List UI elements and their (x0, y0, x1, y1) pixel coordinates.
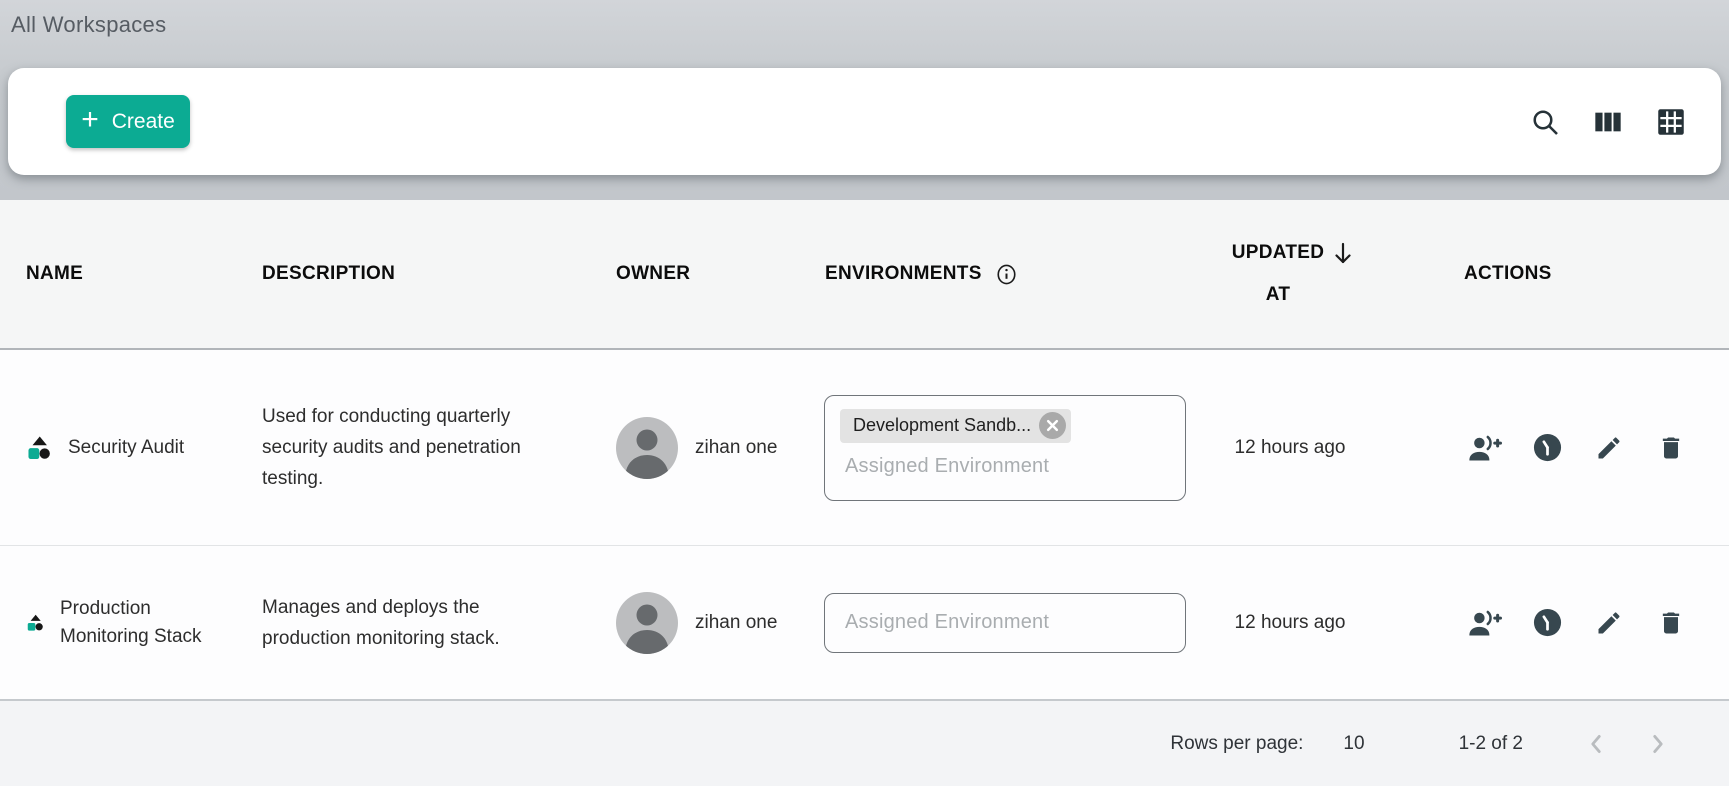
search-icon[interactable] (1528, 105, 1562, 139)
previous-page-icon[interactable] (1581, 729, 1611, 759)
column-header-description[interactable]: DESCRIPTION (236, 200, 598, 348)
chip-remove-icon[interactable] (1039, 412, 1066, 439)
rows-per-page-value: 10 (1343, 733, 1364, 755)
table-header-row: NAME DESCRIPTION OWNER ENVIRONMENTS (0, 200, 1729, 350)
avatar (616, 417, 678, 479)
add-user-icon[interactable] (1454, 608, 1516, 638)
edit-pencil-icon[interactable] (1578, 434, 1640, 462)
table-row: Security Audit Used for conducting quart… (0, 350, 1729, 546)
rows-per-page-select[interactable]: 10 (1343, 733, 1392, 755)
page-title: All Workspaces (11, 12, 166, 38)
workspace-shapes-icon (26, 613, 45, 632)
workspaces-table: NAME DESCRIPTION OWNER ENVIRONMENTS (0, 200, 1729, 786)
assigned-environment-select[interactable]: Assigned Environment (824, 593, 1186, 653)
sort-desc-arrow-icon (1331, 241, 1355, 267)
workspace-description: Used for conducting quarterly security a… (262, 401, 534, 494)
add-user-icon[interactable] (1454, 433, 1516, 463)
column-header-owner[interactable]: OWNER (598, 200, 800, 348)
column-header-name[interactable]: NAME (0, 200, 236, 348)
delete-trash-icon[interactable] (1640, 434, 1702, 462)
owner-name: zihan one (695, 612, 777, 634)
table-pagination: Rows per page: 10 1-2 of 2 (0, 699, 1729, 786)
toolbar-icons (1528, 105, 1688, 139)
owner-name: zihan one (695, 437, 777, 459)
updated-at-value: 12 hours ago (1235, 437, 1346, 459)
plus-icon: + (81, 105, 99, 135)
workspace-name: Security Audit (68, 434, 184, 462)
pagination-range: 1-2 of 2 (1459, 733, 1523, 755)
environment-placeholder: Assigned Environment (840, 611, 1049, 634)
column-header-actions[interactable]: ACTIONS (1390, 200, 1729, 348)
history-clock-icon[interactable] (1516, 607, 1578, 638)
next-page-icon[interactable] (1643, 729, 1673, 759)
create-button-label: Create (112, 110, 175, 134)
assigned-environment-select[interactable]: Development Sandb... Assigned Environmen… (824, 395, 1186, 501)
avatar (616, 592, 678, 654)
workspace-shapes-icon (26, 434, 53, 461)
workspace-description: Manages and deploys the production monit… (262, 592, 534, 654)
grid-icon[interactable] (1654, 105, 1688, 139)
environment-placeholder: Assigned Environment (840, 455, 1170, 478)
history-clock-icon[interactable] (1516, 432, 1578, 463)
updated-at-value: 12 hours ago (1235, 612, 1346, 634)
column-header-environments[interactable]: ENVIRONMENTS (800, 200, 1190, 348)
rows-per-page-label: Rows per page: (1170, 733, 1303, 755)
create-button[interactable]: + Create (66, 95, 190, 148)
column-header-updated-at[interactable]: UPDATED AT (1190, 200, 1390, 348)
edit-pencil-icon[interactable] (1578, 609, 1640, 637)
view-columns-icon[interactable] (1591, 105, 1625, 139)
environment-chip[interactable]: Development Sandb... (840, 409, 1071, 443)
delete-trash-icon[interactable] (1640, 609, 1702, 637)
table-row: Production Monitoring Stack Manages and … (0, 546, 1729, 699)
workspace-name: Production Monitoring Stack (60, 595, 212, 651)
toolbar-card: + Create (8, 68, 1721, 175)
info-icon[interactable] (995, 263, 1018, 286)
